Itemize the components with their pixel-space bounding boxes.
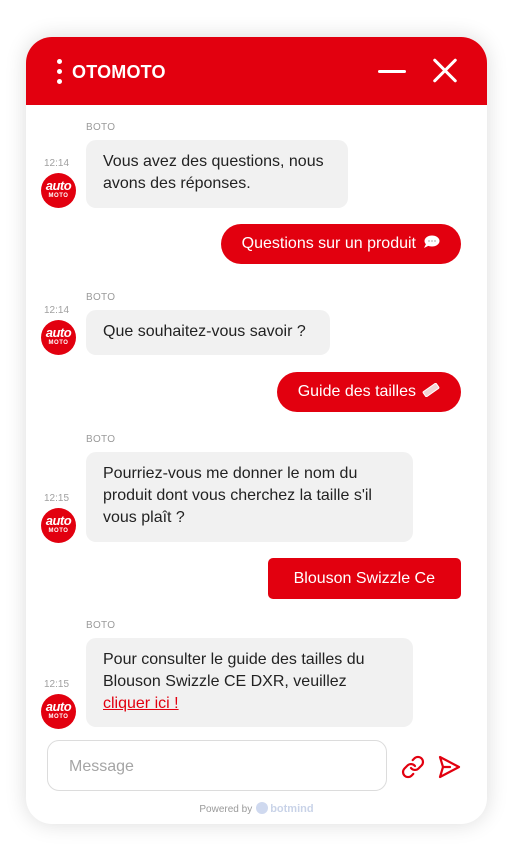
- message-time: 12:14: [44, 158, 70, 169]
- bot-message: Que souhaitez-vous savoir ?: [86, 310, 330, 355]
- message-line: produit dont vous cherchez la taille s'i…: [103, 487, 372, 504]
- message-input-container: [47, 740, 387, 792]
- sender-label: BOTO: [86, 620, 116, 631]
- message-line: Blouson Swizzle CE DXR, veuillez: [103, 673, 347, 690]
- bot-message: Pourriez-vous me donner le nom du produi…: [86, 452, 413, 542]
- chat-header: OTOMOTO: [26, 37, 487, 105]
- user-reply-button[interactable]: Questions sur un produit: [220, 224, 461, 264]
- kebab-menu-icon[interactable]: [52, 59, 66, 85]
- user-reply-text: Questions sur un produit: [241, 235, 416, 252]
- sender-label: BOTO: [86, 292, 116, 303]
- botmind-logo-icon: [256, 802, 269, 814]
- message-time: 12:15: [44, 493, 70, 504]
- sender-label: BOTO: [86, 434, 116, 445]
- bot-message: Vous avez des questions, nous avons des …: [86, 140, 348, 208]
- user-reply-button[interactable]: Blouson Swizzle Ce: [267, 558, 461, 599]
- ruler-emoji: [422, 383, 440, 397]
- bot-avatar: auto MOTO: [41, 508, 76, 543]
- size-guide-link[interactable]: cliquer ici !: [103, 695, 179, 712]
- bot-avatar: auto MOTO: [41, 320, 76, 355]
- brand-title: OTOMOTO: [72, 62, 166, 82]
- vendor-name: botmind: [270, 803, 314, 815]
- message-input[interactable]: [67, 741, 371, 792]
- user-reply-text: Blouson Swizzle Ce: [293, 570, 435, 587]
- link-icon[interactable]: [401, 755, 425, 779]
- user-reply-text: Guide des tailles: [297, 383, 416, 400]
- avatar-logo-subtext: MOTO: [48, 714, 69, 720]
- message-line: Pour consulter le guide des tailles du: [103, 651, 365, 668]
- sender-label: BOTO: [86, 122, 116, 133]
- chat-widget: OTOMOTO BOTO 12:14 auto MOTO Vous avez d…: [26, 37, 487, 824]
- send-icon[interactable]: [436, 754, 462, 780]
- avatar-logo-text: auto: [45, 325, 72, 340]
- message-line: Vous avez des questions, nous: [103, 153, 324, 170]
- speech-bubble-emoji: [424, 235, 440, 248]
- minimize-icon[interactable]: [378, 59, 406, 85]
- close-icon[interactable]: [432, 58, 458, 84]
- user-reply-button[interactable]: Guide des tailles: [276, 372, 461, 412]
- powered-by-footer: Powered by botmind: [26, 802, 487, 815]
- avatar-logo-text: auto: [45, 699, 72, 714]
- message-time: 12:14: [44, 305, 70, 316]
- powered-by-label: Powered by: [199, 804, 253, 815]
- avatar-logo-subtext: MOTO: [48, 528, 69, 534]
- avatar-logo-subtext: MOTO: [48, 193, 69, 199]
- avatar-logo-subtext: MOTO: [48, 340, 69, 346]
- message-line: avons des réponses.: [103, 175, 251, 192]
- message-line: Que souhaitez-vous savoir ?: [103, 323, 306, 340]
- message-line: vous plaît ?: [103, 509, 185, 526]
- avatar-logo-text: auto: [45, 178, 72, 193]
- bot-avatar: auto MOTO: [41, 173, 76, 208]
- bot-avatar: auto MOTO: [41, 694, 76, 729]
- message-time: 12:15: [44, 679, 70, 690]
- bot-message: Pour consulter le guide des tailles du B…: [86, 638, 413, 727]
- message-line: Pourriez-vous me donner le nom du: [103, 465, 358, 482]
- avatar-logo-text: auto: [45, 513, 72, 528]
